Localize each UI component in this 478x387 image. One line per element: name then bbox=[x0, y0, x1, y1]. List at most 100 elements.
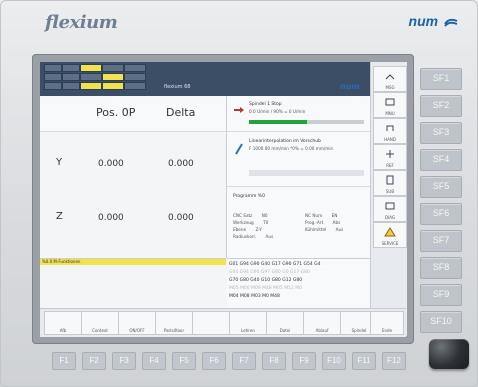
f9-button[interactable]: F9 bbox=[292, 352, 316, 370]
sidebar-msg-button[interactable]: MSG bbox=[373, 66, 407, 92]
softkey-bar: Afb Context ON/OFF Parts/Koor Lehren Dat… bbox=[40, 308, 406, 337]
mini-cell bbox=[62, 73, 80, 81]
right-sidebar: MSG MNU HAND REF SUB DIAG SERVICE bbox=[370, 62, 407, 336]
axes-header-pos: Pos. 0P bbox=[96, 106, 136, 119]
info-key: CNC Satz bbox=[233, 213, 253, 218]
f10-button[interactable]: F10 bbox=[322, 352, 346, 370]
diagnostics-icon bbox=[385, 202, 395, 210]
info-key: Werkzeug bbox=[233, 220, 254, 225]
spindle-title: Spindel 1 Stop bbox=[249, 102, 282, 107]
topbar-num-logo: num bbox=[340, 82, 360, 91]
mini-cell bbox=[44, 82, 62, 90]
info-value: Aus bbox=[335, 227, 344, 232]
softkey-3[interactable]: ON/OFF bbox=[118, 311, 156, 335]
spindle-status: Spindel 1 Stop 0.0 U/min / 90% = 0 U/min bbox=[227, 96, 370, 132]
sf-label: SF1 bbox=[432, 73, 450, 83]
status-topbar: flexium 68 num bbox=[40, 62, 370, 96]
gcode-line: M04 M08 M03 M0 M48 bbox=[229, 294, 280, 299]
softkey-4[interactable]: Parts/Koor bbox=[155, 311, 193, 335]
gcode-line: M05 M00 M09 M48 M05 M12 M0 bbox=[229, 286, 302, 291]
sidebar-label: MNU bbox=[385, 111, 395, 116]
sf9-button[interactable]: SF9 bbox=[420, 284, 462, 306]
f7-button[interactable]: F7 bbox=[232, 352, 256, 370]
softkey-label: Parts/Koor bbox=[163, 328, 185, 333]
f-label: F2 bbox=[89, 356, 99, 365]
jog-knob[interactable] bbox=[429, 339, 469, 369]
info-left-2: Ebene Z-Y bbox=[233, 227, 262, 232]
softkey-2[interactable]: Context bbox=[81, 311, 119, 335]
info-value: Z-Y bbox=[255, 227, 262, 232]
sf1-button[interactable]: SF1 bbox=[420, 68, 462, 90]
cnc-info: CNC Satz N0 Werkzeug T0 Ebene Z-Y Radius… bbox=[227, 207, 370, 258]
sf-label: SF9 bbox=[432, 289, 450, 299]
f-label: F1 bbox=[59, 356, 69, 365]
sf2-button[interactable]: SF2 bbox=[420, 95, 462, 117]
sidebar-hand-button[interactable]: HAND bbox=[373, 118, 407, 144]
mini-status-grid bbox=[44, 64, 174, 94]
sidebar-sub-button[interactable]: SUB bbox=[373, 170, 407, 196]
sf-label: SF8 bbox=[432, 262, 450, 272]
sidebar-mnu-button[interactable]: MNU bbox=[373, 92, 407, 118]
softkey-1[interactable]: Afb bbox=[44, 311, 82, 335]
interpolation-detail: F 1000.00 mm/min *0% = 0.00 mm/min bbox=[249, 146, 334, 151]
sf-label: SF7 bbox=[432, 235, 450, 245]
f-label: F10 bbox=[327, 356, 341, 365]
tools-icon bbox=[385, 74, 395, 80]
f11-button[interactable]: F11 bbox=[352, 352, 376, 370]
info-key: NC Num bbox=[305, 213, 323, 218]
f12-button[interactable]: F12 bbox=[382, 352, 406, 370]
mini-cell bbox=[102, 64, 124, 72]
f3-button[interactable]: F3 bbox=[112, 352, 136, 370]
info-left-1: Werkzeug T0 bbox=[233, 220, 268, 225]
sf6-button[interactable]: SF6 bbox=[420, 203, 462, 225]
f-label: F12 bbox=[387, 356, 401, 365]
brand-flexium: flexium bbox=[45, 12, 118, 33]
f1-button[interactable]: F1 bbox=[52, 352, 76, 370]
mini-cell bbox=[62, 64, 80, 72]
softkey-5[interactable] bbox=[192, 311, 230, 335]
sidebar-label: DIAG bbox=[384, 215, 396, 220]
axis-pos-value: 0.000 bbox=[98, 159, 124, 169]
f-label: F11 bbox=[357, 356, 371, 365]
mini-cell-active bbox=[80, 64, 102, 72]
softkey-label: ON/OFF bbox=[129, 328, 145, 333]
sf10-button[interactable]: SF10 bbox=[420, 311, 462, 333]
mini-cell-active bbox=[102, 82, 124, 90]
f6-button[interactable]: F6 bbox=[202, 352, 226, 370]
info-key: Kühlmittel bbox=[305, 227, 327, 232]
f2-button[interactable]: F2 bbox=[82, 352, 106, 370]
softkey-6[interactable]: Lehren bbox=[229, 311, 267, 335]
f5-button[interactable]: F5 bbox=[172, 352, 196, 370]
f-label: F7 bbox=[239, 356, 249, 365]
softkey-8[interactable]: Ablauf bbox=[303, 311, 341, 335]
softkey-7[interactable]: Datei bbox=[266, 311, 304, 335]
message-text: %0.0 M-Funktionen bbox=[42, 259, 81, 264]
info-right-0: NC Num EN bbox=[305, 213, 337, 218]
softkey-label: Lehren bbox=[241, 328, 255, 333]
softkey-10[interactable]: Ende bbox=[370, 311, 404, 335]
warning-icon bbox=[384, 227, 396, 237]
sf5-button[interactable]: SF5 bbox=[420, 176, 462, 198]
reference-icon bbox=[386, 150, 394, 158]
sf3-button[interactable]: SF3 bbox=[420, 122, 462, 144]
f-label: F5 bbox=[179, 356, 189, 365]
info-value: N0 bbox=[261, 213, 268, 218]
sf4-button[interactable]: SF4 bbox=[420, 149, 462, 171]
axis-delta-value: 0.000 bbox=[168, 159, 194, 169]
f4-button[interactable]: F4 bbox=[142, 352, 166, 370]
mini-cell-active bbox=[80, 82, 102, 90]
mini-cell bbox=[62, 82, 80, 90]
softkey-label: Ablauf bbox=[315, 328, 329, 333]
info-value: Abs bbox=[332, 220, 341, 225]
sf8-button[interactable]: SF8 bbox=[420, 257, 462, 279]
f-label: F4 bbox=[149, 356, 159, 365]
sidebar-service-button[interactable]: SERVICE bbox=[373, 222, 407, 248]
mini-cell bbox=[124, 82, 146, 90]
softkey-label: Datei bbox=[279, 328, 291, 333]
gcode-line: G70 G80 G40 G10 G80 G12 G80 bbox=[229, 278, 303, 283]
sf7-button[interactable]: SF7 bbox=[420, 230, 462, 252]
softkey-label: Context bbox=[92, 328, 108, 333]
f8-button[interactable]: F8 bbox=[262, 352, 286, 370]
sidebar-diag-button[interactable]: DIAG bbox=[373, 196, 407, 222]
sidebar-ref-button[interactable]: REF bbox=[373, 144, 407, 170]
